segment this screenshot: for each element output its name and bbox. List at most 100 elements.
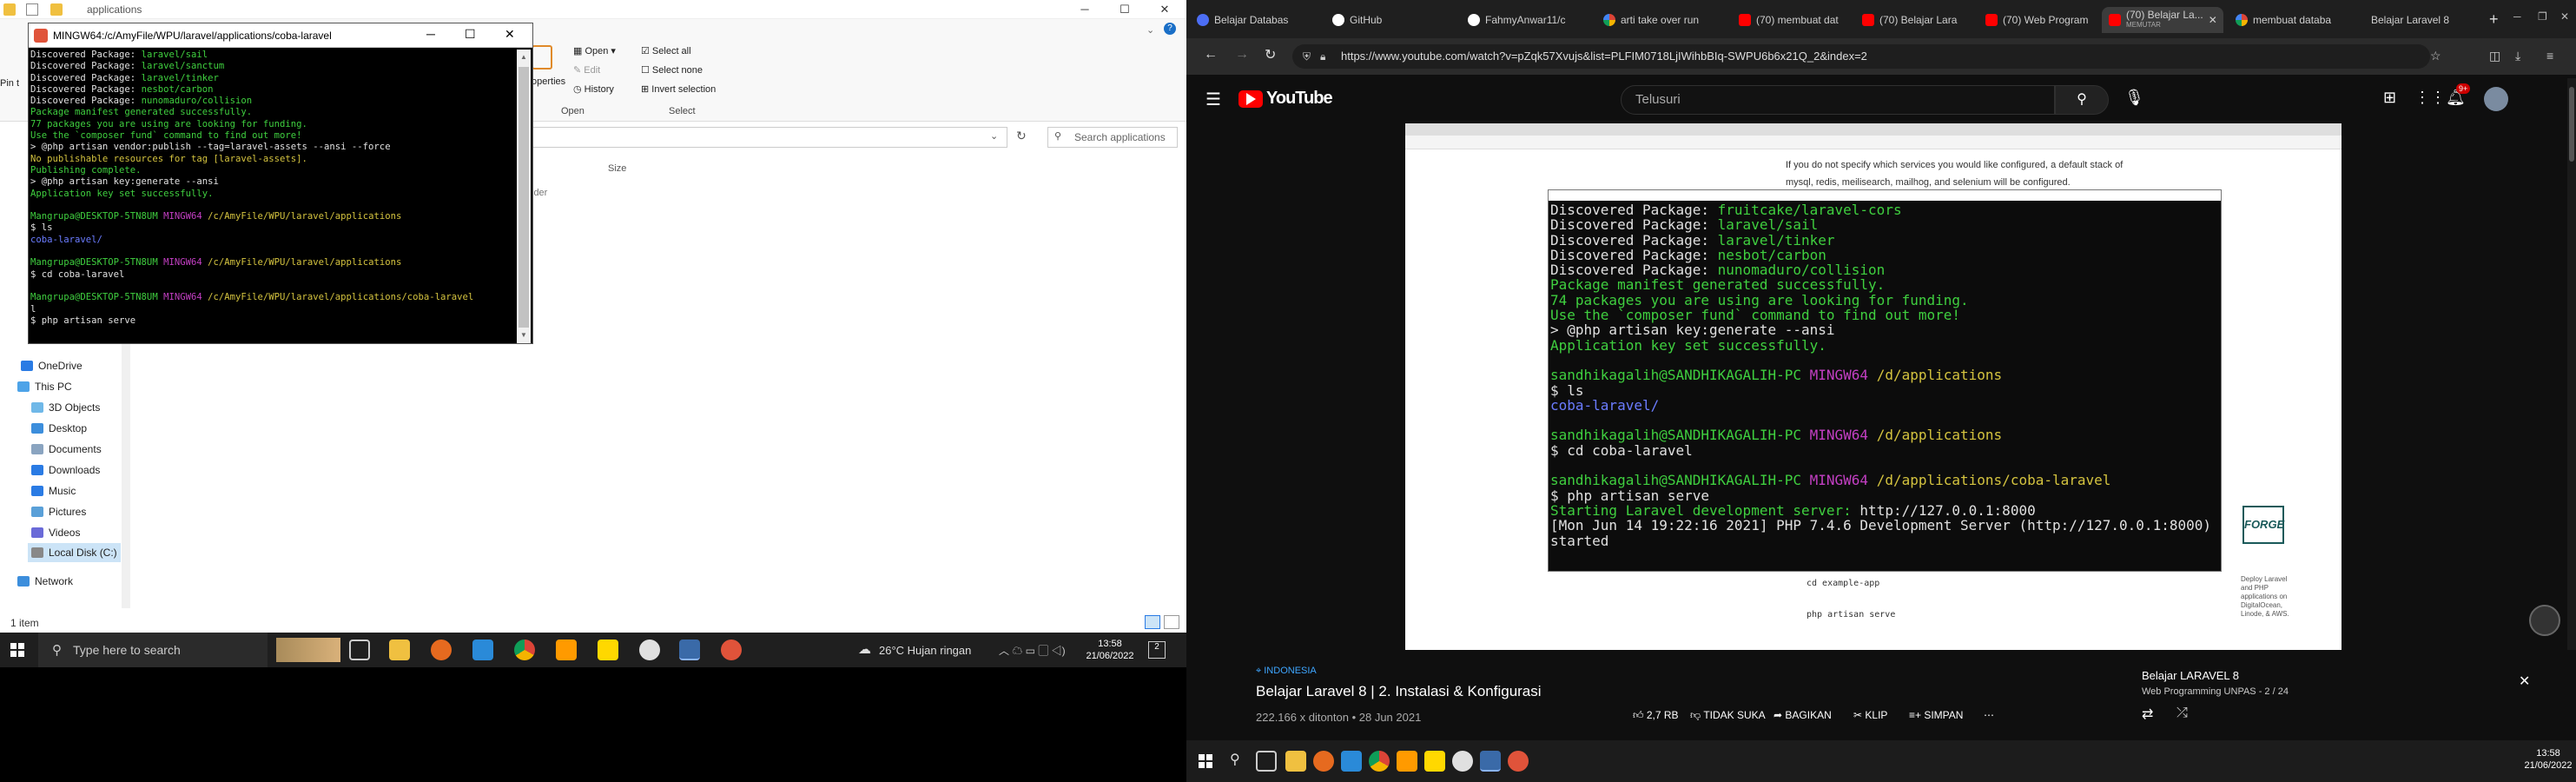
location-tag[interactable]: ⌖ INDONESIA bbox=[1256, 666, 1317, 677]
forward-icon[interactable]: → bbox=[1235, 47, 1249, 63]
task-view-icon[interactable] bbox=[1256, 751, 1277, 772]
tab-fahmy-anwar[interactable]: FahmyAnwar11/c bbox=[1461, 7, 1591, 33]
system-tray-icons[interactable]: ︿ ☁ ▭ ▢ ◁) bbox=[999, 643, 1066, 658]
nav-item-local-disk[interactable]: Local Disk (C:) bbox=[28, 543, 121, 562]
tab-web-program[interactable]: (70) Web Program bbox=[1978, 7, 2098, 33]
select-all-button[interactable]: ☑ Select all bbox=[641, 45, 691, 56]
save-button[interactable]: ≡+ SIMPAN bbox=[1909, 709, 1963, 721]
git-bash-icon[interactable] bbox=[1480, 751, 1501, 772]
new-folder-icon[interactable] bbox=[50, 3, 63, 16]
like-button[interactable]: 👍︎ 2,7 RB bbox=[1633, 709, 1679, 722]
shuffle-icon[interactable]: ⤮ bbox=[2176, 706, 2188, 721]
scroll-thumb[interactable] bbox=[519, 67, 529, 328]
column-size-header[interactable]: Size bbox=[608, 163, 626, 174]
pin-label[interactable]: Pin t bbox=[0, 78, 19, 89]
weather-text[interactable]: 26°C Hujan ringan bbox=[879, 644, 971, 657]
nav-item-videos[interactable]: Videos bbox=[31, 523, 80, 542]
app-icon[interactable] bbox=[639, 640, 660, 660]
nav-item-onedrive[interactable]: OneDrive bbox=[21, 356, 83, 375]
sticky-notes-icon[interactable] bbox=[1424, 751, 1445, 772]
avatar[interactable] bbox=[2484, 87, 2508, 111]
search-icon[interactable]: ⚲ bbox=[1230, 751, 1240, 768]
url-bar[interactable]: https://www.youtube.com/watch?v=pZqk57Xv… bbox=[1292, 44, 2430, 69]
invert-selection-button[interactable]: ⊞ Invert selection bbox=[641, 83, 716, 95]
pocket-icon[interactable]: ◫ bbox=[2489, 49, 2500, 63]
large-icons-view-icon[interactable] bbox=[1164, 615, 1179, 629]
maximize-button[interactable]: ☐ bbox=[465, 27, 476, 42]
weather-icon[interactable]: ☁ bbox=[858, 641, 871, 657]
chevron-down-icon[interactable]: ⌄ bbox=[1146, 24, 1154, 36]
menu-icon[interactable]: ≡ bbox=[2546, 49, 2553, 63]
share-button[interactable]: ➦ BAGIKAN bbox=[1773, 709, 1832, 721]
help-icon[interactable]: ? bbox=[1164, 23, 1176, 35]
file-explorer-icon[interactable] bbox=[1285, 751, 1306, 772]
sublime-text-icon[interactable] bbox=[556, 640, 577, 660]
minimize-button[interactable]: ─ bbox=[426, 27, 435, 41]
tab-membuat-dat[interactable]: (70) membuat dat bbox=[1732, 7, 1852, 33]
file-explorer-icon[interactable] bbox=[389, 640, 410, 660]
terminal-output[interactable]: Discovered Package: laravel/sail Discover… bbox=[30, 50, 517, 341]
back-icon[interactable]: ← bbox=[1204, 47, 1218, 63]
dislike-button[interactable]: 👎︎ TIDAK SUKA bbox=[1690, 709, 1766, 722]
nav-item-network[interactable]: Network bbox=[17, 572, 73, 591]
refresh-icon[interactable]: ↻ bbox=[1016, 129, 1027, 143]
tab-active-belajar-laravel[interactable]: (70) Belajar La... MEMUTAR ✕ bbox=[2102, 7, 2223, 33]
reload-icon[interactable]: ↻ bbox=[1265, 46, 1276, 63]
nav-item-downloads[interactable]: Downloads bbox=[31, 461, 100, 480]
task-view-icon[interactable] bbox=[349, 640, 370, 660]
windows-start-icon[interactable] bbox=[10, 643, 24, 657]
checkbox-icon[interactable] bbox=[26, 3, 38, 16]
clip-button[interactable]: ✂ KLIP bbox=[1853, 709, 1887, 721]
youtube-logo-text[interactable]: YouTube bbox=[1266, 89, 1333, 109]
chrome-icon[interactable] bbox=[514, 640, 535, 660]
taskbar-search-input[interactable]: Type here to search bbox=[38, 633, 268, 667]
tab-github[interactable]: GitHub bbox=[1325, 7, 1456, 33]
taskbar-clock[interactable]: 13:58 21/06/2022 bbox=[2522, 747, 2574, 772]
shield-icon[interactable]: ⛨ bbox=[1303, 50, 1311, 63]
nav-item-pictures[interactable]: Pictures bbox=[31, 502, 86, 521]
sublime-text-icon[interactable] bbox=[1397, 751, 1417, 772]
download-icon[interactable]: ⤓ bbox=[2515, 49, 2520, 63]
open-button[interactable]: ▦ Open ▾ bbox=[573, 45, 616, 56]
close-playlist-icon[interactable]: ✕ bbox=[2519, 673, 2530, 690]
hamburger-menu-icon[interactable]: ☰ bbox=[1205, 89, 1221, 110]
tab-arti-take-over[interactable]: arti take over run bbox=[1596, 7, 1727, 33]
windows-start-icon[interactable] bbox=[1199, 754, 1212, 768]
youtube-search-button[interactable]: ⚲ bbox=[2055, 85, 2109, 115]
taskbar-clock[interactable]: 13:58 21/06/2022 bbox=[1084, 638, 1136, 662]
new-tab-icon[interactable]: + bbox=[2489, 10, 2499, 29]
close-button[interactable]: ✕ bbox=[1145, 0, 1185, 19]
properties-icon[interactable] bbox=[532, 45, 552, 70]
app-icon[interactable] bbox=[1452, 751, 1473, 772]
window-close-icon[interactable]: ✕ bbox=[2560, 10, 2569, 23]
notification-icon[interactable]: 2 bbox=[1148, 641, 1166, 659]
maximize-button[interactable]: ☐ bbox=[1105, 0, 1145, 19]
more-actions-icon[interactable]: ⋯ bbox=[1984, 709, 1994, 721]
nav-item-desktop[interactable]: Desktop bbox=[31, 419, 87, 438]
channel-watermark-icon[interactable] bbox=[2529, 605, 2560, 636]
details-view-icon[interactable] bbox=[1145, 615, 1160, 629]
git-bash-icon[interactable] bbox=[679, 640, 700, 660]
tab-belajar-database[interactable]: Belajar Databas bbox=[1190, 7, 1320, 33]
address-dropdown-icon[interactable]: ⌄ bbox=[990, 130, 998, 142]
microphone-icon[interactable]: 🎙︎ bbox=[2124, 89, 2144, 107]
vscode-icon[interactable] bbox=[1341, 751, 1362, 772]
scroll-up-icon[interactable]: ▲ bbox=[520, 53, 527, 61]
history-button[interactable]: ◷ History bbox=[573, 83, 614, 95]
edit-button[interactable]: ✎ Edit bbox=[573, 64, 600, 76]
search-input[interactable]: Search applications bbox=[1047, 127, 1178, 148]
nav-item-3d-objects[interactable]: 3D Objects bbox=[31, 398, 100, 417]
window-restore-icon[interactable]: ❐ bbox=[2538, 10, 2547, 23]
select-none-button[interactable]: ☐ Select none bbox=[641, 64, 703, 76]
minimize-button[interactable]: ─ bbox=[1065, 0, 1105, 19]
lock-icon[interactable]: 🔒︎ bbox=[1320, 50, 1325, 63]
page-scrollbar[interactable] bbox=[2567, 78, 2576, 652]
vscode-icon[interactable] bbox=[472, 640, 493, 660]
chrome-icon[interactable] bbox=[1369, 751, 1390, 772]
scroll-down-icon[interactable]: ▼ bbox=[520, 331, 527, 339]
playlist-subtitle[interactable]: Web Programming UNPAS - 2 / 24 bbox=[2142, 686, 2289, 697]
nav-item-music[interactable]: Music bbox=[31, 481, 76, 500]
nav-item-this-pc[interactable]: This PC bbox=[17, 377, 72, 396]
terminal-scrollbar[interactable]: ▲ ▼ bbox=[517, 50, 531, 343]
close-button[interactable]: ✕ bbox=[505, 27, 515, 42]
